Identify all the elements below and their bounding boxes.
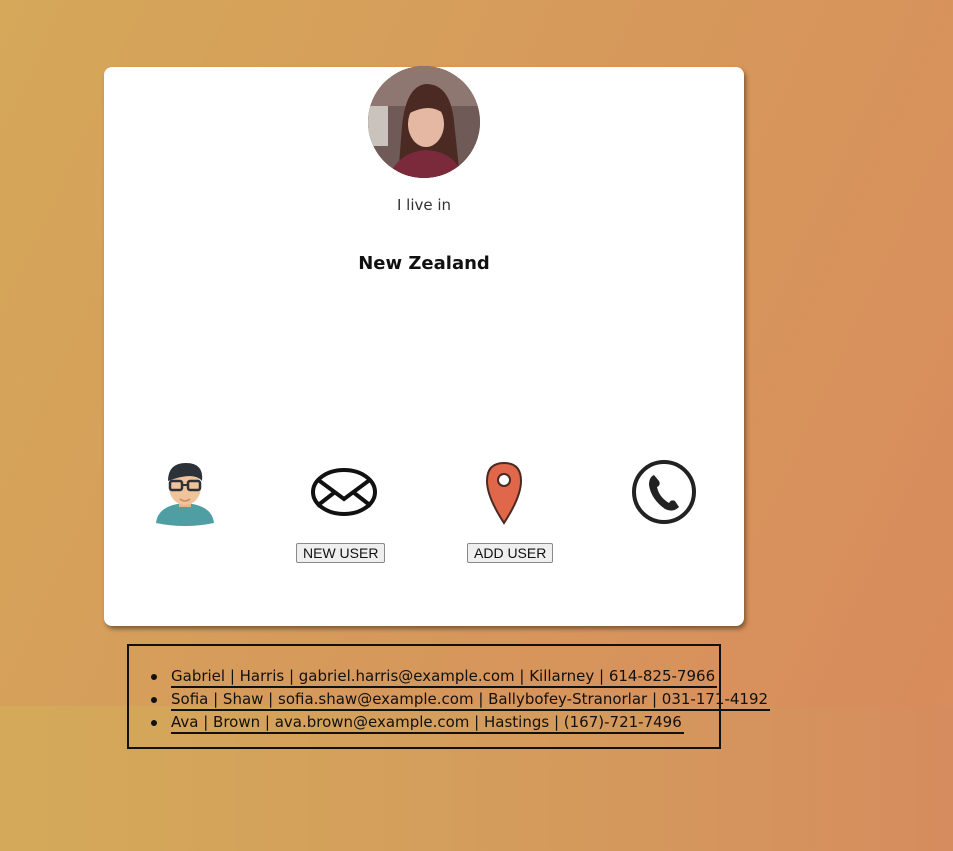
user-entry[interactable]: Sofia | Shaw | sofia.shaw@example.com | … [171,688,771,711]
profile-avatar [368,66,480,178]
phone-icon[interactable] [629,457,699,527]
bullet [151,697,157,703]
user-icon[interactable] [150,457,220,527]
envelope-icon[interactable] [309,457,379,527]
new-user-button[interactable]: NEW USER [296,543,386,563]
map-pin-icon[interactable] [469,457,539,527]
user-entry[interactable]: Gabriel | Harris | gabriel.harris@exampl… [171,665,718,688]
add-user-button[interactable]: ADD USER [467,543,554,563]
profile-intro-text: I live in [396,196,452,214]
profile-value: New Zealand [358,253,490,274]
profile-card: I live in New Zealand NEW USER ADD USER [104,66,744,626]
bullet [151,720,157,726]
user-list-box: Gabriel | Harris | gabriel.harris@exampl… [127,644,771,749]
bullet [151,674,157,680]
user-entry[interactable]: Ava | Brown | ava.brown@example.com | Ha… [171,711,684,734]
